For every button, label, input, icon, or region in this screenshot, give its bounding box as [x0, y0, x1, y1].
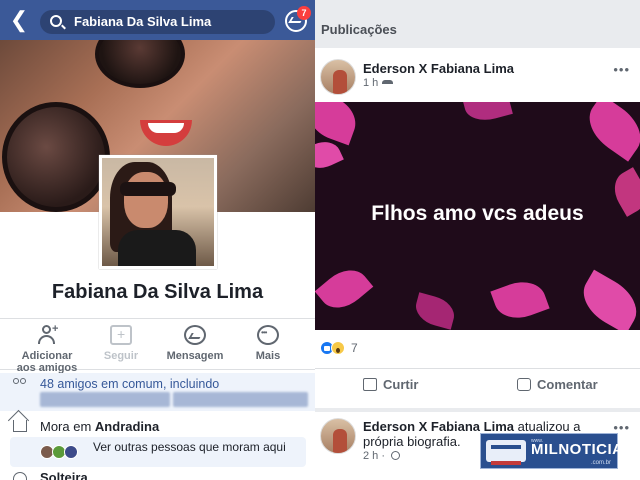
notification-badge: 7	[297, 6, 311, 20]
like-button[interactable]: Curtir	[363, 377, 418, 392]
mutual-friends-row[interactable]: 48 amigos em comum, incluindo Nina Dias …	[0, 373, 315, 411]
top-bar: ❮ Fabiana Da Silva Lima 7	[0, 0, 315, 40]
messenger-icon	[184, 325, 206, 345]
back-arrow-icon[interactable]: ❮	[6, 8, 32, 32]
post-options-icon[interactable]: •••	[613, 62, 630, 77]
screenshot: ❮ Fabiana Da Silva Lima 7 Fabiana Da Sil…	[0, 0, 640, 480]
relationship-icon	[13, 472, 27, 480]
search-input[interactable]: Fabiana Da Silva Lima	[40, 10, 275, 34]
see-others-text: Ver outras pessoas que moram aqui	[93, 440, 286, 454]
search-icon	[50, 15, 62, 27]
see-others-row[interactable]: Ver outras pessoas que moram aqui	[10, 437, 306, 467]
avatar[interactable]	[320, 418, 356, 454]
post-image-text: Flhos amo vcs adeus	[371, 202, 584, 225]
watermark-mark	[486, 440, 526, 465]
post-author[interactable]: Ederson X Fabiana Lima	[363, 419, 514, 434]
city-link[interactable]: Andradina	[95, 419, 159, 434]
thumbs-up-icon	[363, 378, 377, 391]
post-meta: 2 h ·	[363, 450, 401, 462]
message-label: Mensagem	[166, 350, 224, 362]
follow-icon	[110, 325, 132, 345]
post-card: Ederson X Fabiana Lima 1 h ••• Flhos amo…	[315, 48, 640, 408]
profile-name: Fabiana Da Silva Lima	[51, 281, 264, 303]
post-author[interactable]: Ederson X Fabiana Lima	[363, 61, 514, 76]
mutual-friends-text: 48 amigos em comum, incluindo	[40, 377, 220, 391]
message-button[interactable]: Mensagem	[160, 325, 230, 362]
avatar	[64, 445, 78, 459]
profile-actions: + Adicionar aos amigos Seguir Mensagem M…	[0, 318, 315, 374]
watermark-logo: www. MILNOTICIAS .com.br	[480, 433, 634, 469]
post-image[interactable]: Flhos amo vcs adeus	[315, 102, 640, 330]
wow-reaction-icon	[331, 341, 345, 355]
post-action-bar: Curtir Comentar	[315, 368, 640, 402]
friends-icon	[12, 378, 28, 390]
more-icon	[257, 325, 279, 345]
add-friend-button[interactable]: + Adicionar aos amigos	[12, 323, 82, 374]
post-time: 2 h	[363, 450, 379, 462]
follow-label: Seguir	[103, 350, 139, 362]
search-value: Fabiana Da Silva Lima	[74, 14, 212, 29]
lives-in-text: Mora em Andradina	[40, 419, 160, 434]
relationship-status: Solteira	[40, 470, 88, 480]
home-icon	[13, 420, 27, 432]
posts-screen: Publicações Ederson X Fabiana Lima 1 h •…	[315, 0, 640, 480]
avatar[interactable]	[320, 59, 356, 95]
about-section: Mora em Andradina Ver outras pessoas que…	[0, 414, 315, 480]
profile-screen: ❮ Fabiana Da Silva Lima 7 Fabiana Da Sil…	[0, 0, 315, 480]
blurred-friend-names-2: Silva e Maria Do Santos	[173, 392, 308, 407]
follow-button[interactable]: Seguir	[86, 325, 156, 362]
comment-button[interactable]: Comentar	[517, 377, 598, 392]
profile-picture[interactable]	[99, 155, 217, 269]
reaction-count: 7	[351, 341, 358, 355]
add-friend-icon: +	[36, 323, 58, 345]
post-meta: 1 h	[363, 77, 394, 89]
post-time: 1 h	[363, 77, 379, 89]
more-button[interactable]: Mais	[233, 325, 303, 362]
blurred-friend-names: Nina Dias Silva e Maria	[40, 392, 170, 407]
add-friend-label: Adicionar aos amigos	[16, 350, 78, 374]
friends-audience-icon	[382, 79, 394, 87]
watermark-brand: MILNOTICIAS	[531, 441, 634, 458]
globe-icon	[391, 451, 401, 460]
more-label: Mais	[255, 350, 281, 362]
section-title: Publicações	[321, 22, 397, 37]
comment-icon	[517, 378, 531, 391]
